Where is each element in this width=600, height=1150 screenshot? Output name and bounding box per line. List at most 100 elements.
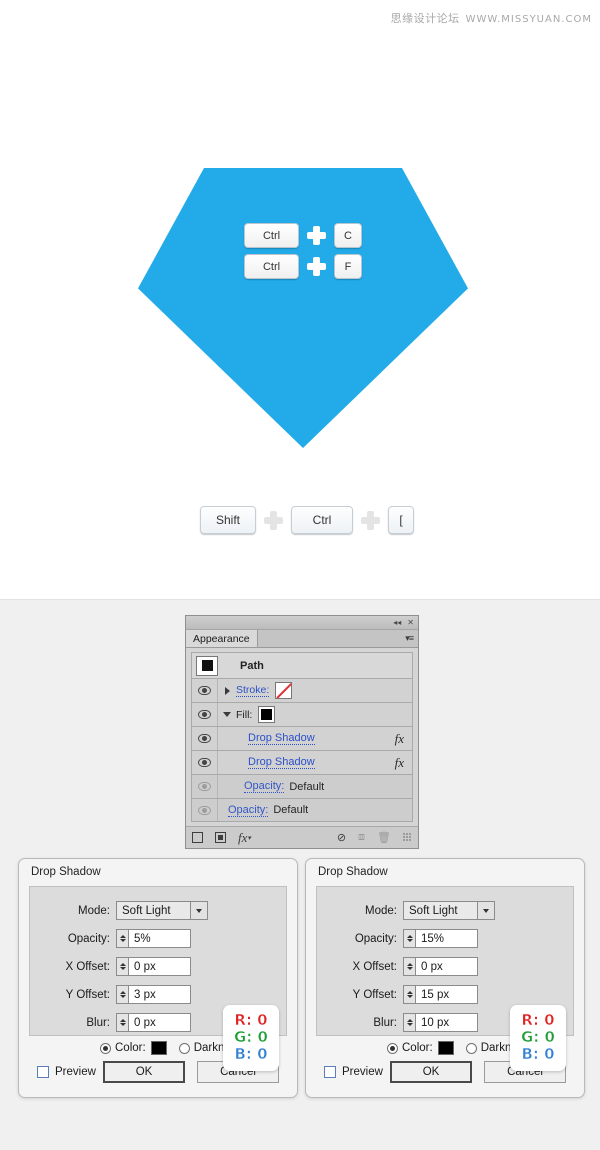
table-row[interactable]: Drop Shadow fx [191,750,413,774]
watermark: 思缘设计论坛 WWW.MISSYUAN.COM [391,10,592,26]
table-row[interactable]: Opacity: Default [191,774,413,798]
x-offset-stepper[interactable] [403,957,416,976]
plus-icon [361,510,380,530]
disclosure-triangle[interactable] [218,712,236,717]
blur-label: Blur: [86,1016,110,1029]
visibility-toggle[interactable] [192,751,218,774]
rgb-red-value: R: 0 [234,1011,268,1030]
x-offset-input[interactable]: 0 px [129,957,191,976]
y-offset-stepper[interactable] [403,985,416,1004]
key-ctrl[interactable]: Ctrl [291,506,353,534]
table-row[interactable]: Drop Shadow fx [191,726,413,750]
drop-shadow-dialog-first: Drop Shadow Mode: Soft Light Opacity: 5%… [18,858,298,1098]
add-new-effect-icon[interactable]: fx ▾ [238,830,251,846]
disclosure-triangle[interactable] [218,686,236,695]
dialog-title: Drop Shadow [31,866,101,878]
table-row[interactable]: Stroke: [191,678,413,702]
blur-input[interactable]: 10 px [416,1013,478,1032]
blur-input[interactable]: 0 px [129,1013,191,1032]
preview-label: Preview [55,1066,96,1078]
fx-icon[interactable]: fx [395,731,404,747]
diamond-shape[interactable] [138,168,468,448]
darkness-radio[interactable] [465,1042,477,1054]
visibility-toggle[interactable] [192,799,218,821]
shadow-color-swatch[interactable] [437,1041,454,1055]
chevron-right-icon [224,686,230,695]
effect-label-drop-shadow[interactable]: Drop Shadow [248,756,315,769]
opacity-value: Default [289,780,325,793]
rgb-callout: R: 0 G: 0 B: 0 [223,1005,279,1071]
opacity-label[interactable]: Opacity: [228,804,269,817]
add-new-stroke-icon[interactable] [192,832,203,843]
eye-icon [198,710,211,719]
eye-icon [198,686,211,695]
mode-select[interactable]: Soft Light [116,901,208,920]
key-ctrl-paste[interactable]: Ctrl [244,254,299,279]
visibility-toggle[interactable] [192,727,218,750]
ok-button[interactable]: OK [103,1061,185,1083]
fill-swatch[interactable] [258,706,276,723]
duplicate-item-icon[interactable]: ⧈ [358,831,365,844]
y-offset-label: Y Offset: [352,988,397,1001]
x-offset-input[interactable]: 0 px [416,957,478,976]
mode-select[interactable]: Soft Light [403,901,495,920]
ok-button[interactable]: OK [390,1061,472,1083]
key-c[interactable]: C [334,223,362,248]
opacity-stepper[interactable] [403,929,416,948]
darkness-radio[interactable] [178,1042,190,1054]
path-thumbnail [196,655,218,676]
x-offset-stepper[interactable] [116,957,129,976]
opacity-stepper[interactable] [116,929,129,948]
blur-stepper[interactable] [116,1013,129,1032]
add-new-fill-icon[interactable] [215,832,226,843]
resize-grip[interactable] [403,833,412,842]
rgb-callout: R: 0 G: 0 B: 0 [510,1005,566,1071]
appearance-target-row[interactable]: Path [191,652,413,678]
key-shift[interactable]: Shift [200,506,256,534]
opacity-input[interactable]: 5% [129,929,191,948]
key-bracket-left[interactable]: [ [388,506,414,534]
color-radio[interactable] [100,1042,111,1054]
fill-label[interactable]: Fill: [236,709,252,721]
watermark-en: WWW.MISSYUAN.COM [465,14,592,25]
shadow-color-swatch[interactable] [150,1041,167,1055]
fx-icon[interactable]: fx [395,755,404,771]
x-offset-field: X Offset: 0 px [317,957,573,976]
opacity-input[interactable]: 15% [416,929,478,948]
y-offset-stepper[interactable] [116,985,129,1004]
clear-appearance-icon[interactable]: ⊘ [337,831,346,844]
collapse-icon[interactable]: ◂◂ [393,618,401,627]
key-f[interactable]: F [334,254,362,279]
rgb-blue-value: B: 0 [234,1044,268,1063]
opacity-label[interactable]: Opacity: [244,780,285,793]
close-icon[interactable]: ✕ [407,618,414,627]
effect-label-drop-shadow[interactable]: Drop Shadow [248,732,315,745]
delete-item-icon[interactable]: 🗑 [377,831,391,844]
key-ctrl-copy[interactable]: Ctrl [244,223,299,248]
visibility-toggle[interactable] [192,679,218,702]
table-row[interactable]: Opacity: Default [191,798,413,822]
preview-checkbox[interactable] [37,1066,49,1078]
chevron-down-icon[interactable] [477,902,494,919]
watermark-cn: 思缘设计论坛 [390,12,460,25]
chevron-down-icon[interactable] [190,902,207,919]
y-offset-input[interactable]: 15 px [416,985,478,1004]
stroke-label[interactable]: Stroke: [236,684,270,697]
table-row[interactable]: Fill: [191,702,413,726]
opacity-label: Opacity: [354,932,397,945]
blur-stepper[interactable] [403,1013,416,1032]
visibility-toggle[interactable] [192,775,218,798]
color-radio[interactable] [387,1042,398,1054]
appearance-list: Path Stroke: Fill: Drop Shadow fx Drop S… [186,648,418,822]
panel-menu-icon[interactable]: ▾≡ [405,633,414,644]
appearance-panel: ◂◂ ✕ Appearance ▾≡ Path Stroke: Fill: Dr… [185,615,419,849]
stroke-swatch[interactable] [275,682,293,699]
y-offset-input[interactable]: 3 px [129,985,191,1004]
preview-checkbox[interactable] [324,1066,336,1078]
rgb-green-value: G: 0 [234,1028,269,1047]
visibility-toggle[interactable] [192,703,218,726]
tab-appearance[interactable]: Appearance [186,630,258,647]
no-color-icon [276,683,292,698]
eye-icon [198,734,211,743]
artboard-canvas: 思缘设计论坛 WWW.MISSYUAN.COM Ctrl C Ctrl F Shi… [0,0,600,600]
